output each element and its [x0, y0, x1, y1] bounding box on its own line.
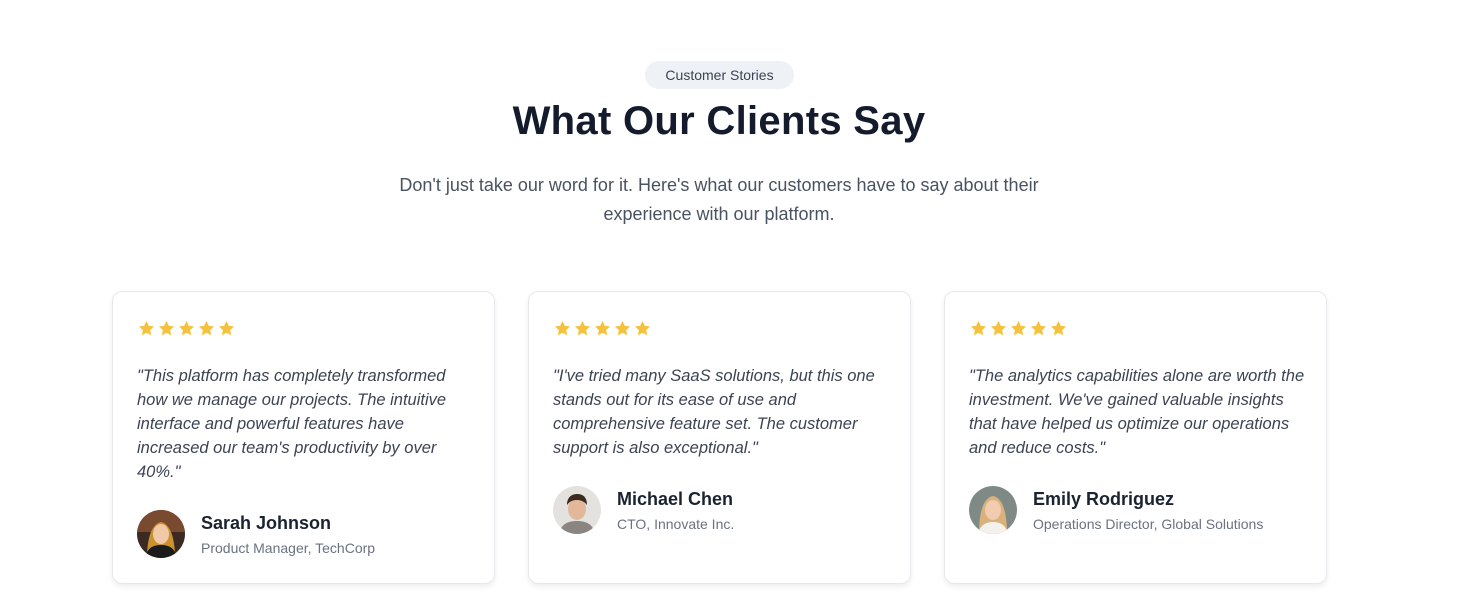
star-icon — [634, 320, 651, 336]
star-icon — [158, 320, 175, 336]
star-icon — [614, 320, 631, 336]
author-role: Operations Director, Global Solutions — [1033, 515, 1264, 532]
testimonial-author: Emily Rodriguez Operations Director, Glo… — [969, 486, 1263, 534]
author-role: CTO, Innovate Inc. — [617, 515, 735, 532]
testimonial-card: "I've tried many SaaS solutions, but thi… — [528, 291, 911, 584]
testimonial-author: Michael Chen CTO, Innovate Inc. — [553, 486, 734, 534]
star-icon — [1010, 320, 1027, 336]
section-badge: Customer Stories — [645, 61, 794, 89]
star-icon — [218, 320, 235, 336]
author-name: Michael Chen — [617, 488, 734, 509]
avatar — [553, 486, 601, 534]
testimonial-card: "The analytics capabilities alone are wo… — [944, 291, 1327, 584]
testimonials-section: Customer Stories What Our Clients Say Do… — [0, 0, 1484, 612]
star-rating — [137, 319, 236, 338]
section-subtitle: Don't just take our word for it. Here's … — [399, 175, 1039, 224]
star-icon — [970, 320, 987, 336]
star-icon — [1050, 320, 1067, 336]
star-rating — [553, 319, 652, 338]
author-name: Sarah Johnson — [201, 512, 332, 533]
testimonial-quote: "I've tried many SaaS solutions, but thi… — [553, 367, 875, 457]
testimonial-quote: "This platform has completely transforme… — [137, 367, 447, 481]
star-icon — [990, 320, 1007, 336]
star-icon — [574, 320, 591, 336]
avatar — [969, 486, 1017, 534]
testimonial-card: "This platform has completely transforme… — [112, 291, 495, 584]
author-role: Product Manager, TechCorp — [201, 539, 376, 556]
star-rating — [969, 319, 1068, 338]
testimonial-author: Sarah Johnson Product Manager, TechCorp — [137, 510, 375, 558]
star-icon — [554, 320, 571, 336]
section-title: What Our Clients Say — [512, 99, 926, 143]
star-icon — [594, 320, 611, 336]
testimonial-quote: "The analytics capabilities alone are wo… — [969, 367, 1305, 457]
star-icon — [138, 320, 155, 336]
star-icon — [178, 320, 195, 336]
star-icon — [198, 320, 215, 336]
star-icon — [1030, 320, 1047, 336]
author-name: Emily Rodriguez — [1033, 488, 1175, 509]
avatar — [137, 510, 185, 558]
